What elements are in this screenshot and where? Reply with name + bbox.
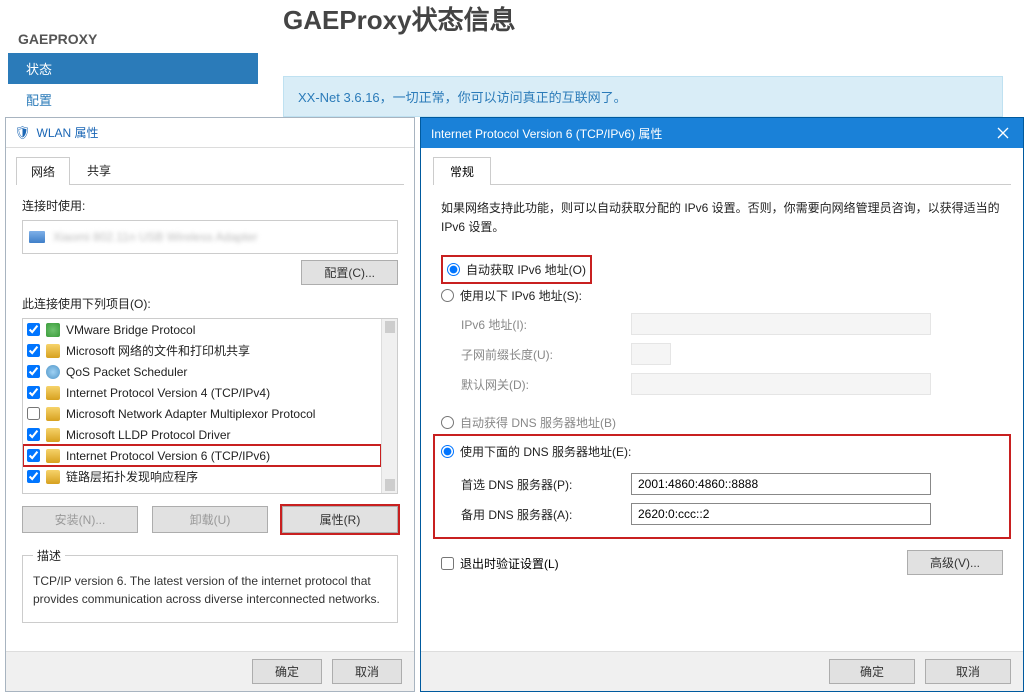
list-item[interactable]: Microsoft Network Adapter Multiplexor Pr…: [23, 403, 381, 424]
component-icon: [46, 407, 60, 421]
list-item-checkbox[interactable]: [27, 323, 40, 336]
tab-general[interactable]: 常规: [433, 157, 491, 185]
radio-auto-address-input[interactable]: [447, 263, 460, 276]
ipv6-info-text: 如果网络支持此功能，则可以自动获取分配的 IPv6 设置。否则，你需要向网络管理…: [441, 199, 1003, 237]
list-item-label: Internet Protocol Version 4 (TCP/IPv4): [66, 386, 270, 400]
description-text: TCP/IP version 6. The latest version of …: [33, 572, 387, 608]
wlan-cancel-button[interactable]: 取消: [332, 659, 402, 684]
list-item-label: VMware Bridge Protocol: [66, 323, 195, 337]
list-item-label: Internet Protocol Version 6 (TCP/IPv6): [66, 449, 270, 463]
radio-manual-dns-input[interactable]: [441, 445, 454, 458]
validate-label: 退出时验证设置(L): [460, 555, 559, 572]
ipv6-footer: 确定 取消: [421, 651, 1023, 691]
sidebar-title: GAEPROXY: [8, 25, 258, 53]
list-item-checkbox[interactable]: [27, 365, 40, 378]
ipv6-address-input: [631, 313, 931, 335]
alt-dns-label: 备用 DNS 服务器(A):: [461, 506, 631, 523]
preferred-dns-input[interactable]: [631, 473, 931, 495]
adapter-name: Xiaomi 802.11n USB Wireless Adapter: [53, 230, 258, 244]
radio-auto-dns-label: 自动获得 DNS 服务器地址(B): [460, 414, 616, 431]
list-item-label: 链路层拓扑发现响应程序: [66, 468, 198, 485]
ipv6-address-label: IPv6 地址(I):: [461, 316, 631, 333]
component-icon: [46, 470, 60, 484]
sidebar-item-status[interactable]: 状态: [8, 53, 258, 84]
list-item-checkbox[interactable]: [27, 386, 40, 399]
component-icon: [46, 323, 60, 337]
list-item[interactable]: Microsoft LLDP Protocol Driver: [23, 424, 381, 445]
wlan-titlebar[interactable]: 🛡 WLAN 属性: [6, 118, 414, 148]
ipv6-cancel-button[interactable]: 取消: [925, 659, 1011, 684]
list-item[interactable]: VMware Bridge Protocol: [23, 319, 381, 340]
advanced-button[interactable]: 高级(V)...: [907, 550, 1003, 575]
status-banner: XX-Net 3.6.16，一切正常，你可以访问真正的互联网了。: [283, 76, 1003, 117]
preferred-dns-label: 首选 DNS 服务器(P):: [461, 476, 631, 493]
prefix-length-input: [631, 343, 671, 365]
items-label: 此连接使用下列项目(O):: [22, 295, 398, 312]
radio-manual-address-input[interactable]: [441, 289, 454, 302]
list-item-checkbox[interactable]: [27, 449, 40, 462]
ipv6-properties-window: Internet Protocol Version 6 (TCP/IPv6) 属…: [420, 117, 1024, 692]
list-item-label: Microsoft 网络的文件和打印机共享: [66, 342, 250, 359]
wlan-footer: 确定 取消: [6, 651, 414, 691]
description-legend: 描述: [33, 547, 65, 564]
radio-auto-address-label: 自动获取 IPv6 地址(O): [466, 261, 586, 278]
shield-icon: 🛡: [14, 125, 31, 141]
list-item-checkbox[interactable]: [27, 428, 40, 441]
alt-dns-input[interactable]: [631, 503, 931, 525]
list-item[interactable]: Internet Protocol Version 4 (TCP/IPv4): [23, 382, 381, 403]
radio-manual-dns[interactable]: 使用下面的 DNS 服务器地址(E):: [441, 440, 1003, 463]
list-item[interactable]: QoS Packet Scheduler: [23, 361, 381, 382]
wlan-tabs: 网络 共享: [16, 156, 404, 185]
radio-manual-dns-label: 使用下面的 DNS 服务器地址(E):: [460, 443, 631, 460]
list-item-checkbox[interactable]: [27, 344, 40, 357]
description-fieldset: 描述 TCP/IP version 6. The latest version …: [22, 547, 398, 623]
component-icon: [46, 449, 60, 463]
adapter-box[interactable]: Xiaomi 802.11n USB Wireless Adapter: [22, 220, 398, 254]
wlan-ok-button[interactable]: 确定: [252, 659, 322, 684]
close-icon[interactable]: [983, 118, 1023, 148]
list-item-checkbox[interactable]: [27, 407, 40, 420]
gateway-label: 默认网关(D):: [461, 376, 631, 393]
ipv6-ok-button[interactable]: 确定: [829, 659, 915, 684]
scrollbar[interactable]: [381, 319, 397, 493]
tab-sharing[interactable]: 共享: [72, 156, 126, 184]
wlan-title-text: WLAN 属性: [37, 124, 99, 141]
list-item-checkbox[interactable]: [27, 470, 40, 483]
dns-section-highlight: 使用下面的 DNS 服务器地址(E): 首选 DNS 服务器(P): 备用 DN…: [433, 434, 1011, 539]
validate-checkbox[interactable]: [441, 557, 454, 570]
tab-network[interactable]: 网络: [16, 157, 70, 185]
prefix-length-label: 子网前缀长度(U):: [461, 346, 631, 363]
auto-address-highlight: 自动获取 IPv6 地址(O): [441, 255, 592, 284]
page-title: GAEProxy状态信息: [283, 0, 516, 37]
uninstall-button[interactable]: 卸载(U): [152, 506, 268, 533]
list-item[interactable]: Internet Protocol Version 6 (TCP/IPv6): [23, 445, 381, 466]
component-icon: [46, 386, 60, 400]
connect-using-label: 连接时使用:: [22, 197, 398, 214]
radio-auto-dns-input[interactable]: [441, 416, 454, 429]
radio-auto-dns[interactable]: 自动获得 DNS 服务器地址(B): [441, 411, 1003, 434]
wlan-properties-window: 🛡 WLAN 属性 网络 共享 连接时使用: Xiaomi 802.11n US…: [5, 117, 415, 692]
list-item[interactable]: Microsoft 网络的文件和打印机共享: [23, 340, 381, 361]
list-item-label: Microsoft LLDP Protocol Driver: [66, 428, 231, 442]
sidebar-item-config[interactable]: 配置: [8, 84, 258, 115]
radio-manual-address-label: 使用以下 IPv6 地址(S):: [460, 287, 582, 304]
adapter-icon: [29, 231, 45, 243]
list-item-label: QoS Packet Scheduler: [66, 365, 187, 379]
properties-button[interactable]: 属性(R): [282, 506, 398, 533]
install-button[interactable]: 安装(N)...: [22, 506, 138, 533]
list-item-label: Microsoft Network Adapter Multiplexor Pr…: [66, 407, 315, 421]
ipv6-tabs: 常规: [433, 156, 1011, 185]
configure-button[interactable]: 配置(C)...: [301, 260, 398, 285]
components-list: VMware Bridge Protocol Microsoft 网络的文件和打印…: [22, 318, 398, 494]
radio-manual-address[interactable]: 使用以下 IPv6 地址(S):: [441, 284, 1003, 307]
list-item[interactable]: 链路层拓扑发现响应程序: [23, 466, 381, 487]
component-icon: [46, 365, 60, 379]
radio-auto-address[interactable]: 自动获取 IPv6 地址(O): [447, 258, 586, 281]
component-icon: [46, 428, 60, 442]
component-icon: [46, 344, 60, 358]
ipv6-titlebar[interactable]: Internet Protocol Version 6 (TCP/IPv6) 属…: [421, 118, 1023, 148]
gateway-input: [631, 373, 931, 395]
ipv6-title-text: Internet Protocol Version 6 (TCP/IPv6) 属…: [431, 125, 662, 142]
